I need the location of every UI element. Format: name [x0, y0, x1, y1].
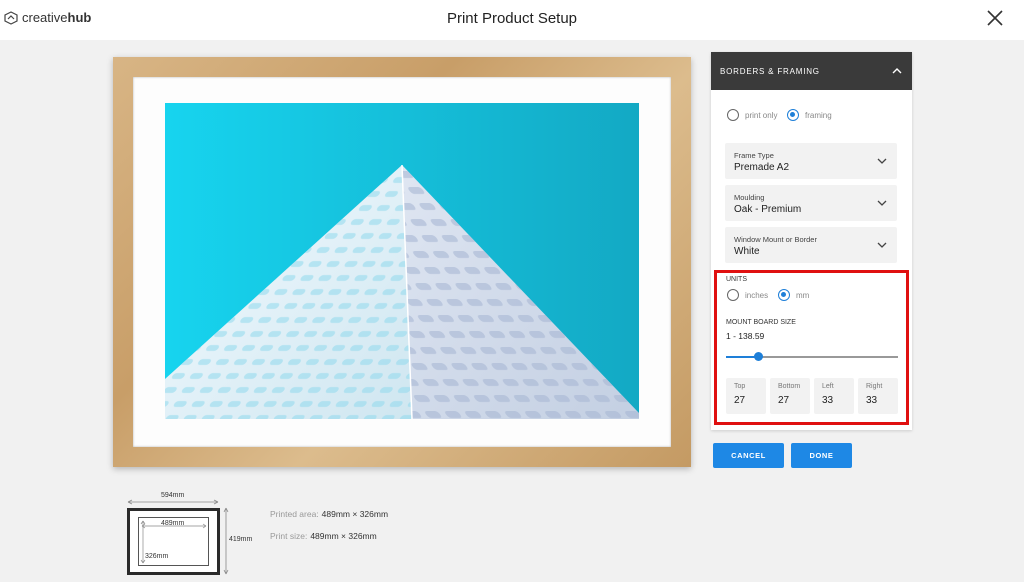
radio-framing[interactable] [787, 109, 799, 121]
mode-option-print-only[interactable]: print only [727, 109, 777, 121]
close-icon[interactable] [986, 9, 1004, 27]
cancel-button[interactable]: CANCEL [713, 443, 784, 468]
dimension-diagram: 489mm 326mm [127, 508, 220, 575]
outer-height-label: 419mm [229, 536, 253, 543]
radio-print-only[interactable] [727, 109, 739, 121]
frame-preview [113, 57, 691, 467]
frame-type-label: Frame Type [734, 151, 774, 160]
inner-height-label: 326mm [145, 553, 169, 560]
frame-type-select[interactable]: Frame Type Premade A2 [725, 143, 897, 179]
printed-area-info: Printed area: 489mm × 326mm [270, 509, 388, 519]
artwork-image [165, 103, 639, 419]
window-mount-select[interactable]: Window Mount or Border White [725, 227, 897, 263]
mode-option-label: print only [745, 110, 778, 120]
chevron-down-icon [877, 158, 887, 164]
outer-width-label: 594mm [161, 492, 185, 499]
inner-width-label: 489mm [161, 520, 185, 527]
chevron-up-icon[interactable] [892, 67, 902, 75]
frame-type-value: Premade A2 [734, 162, 790, 173]
top-bar: creative hub Print Product Setup [0, 0, 1024, 40]
moulding-select[interactable]: Moulding Oak - Premium [725, 185, 897, 221]
mode-option-framing[interactable]: framing [787, 109, 832, 121]
printed-area-label: Printed area: [270, 509, 319, 519]
window-mount-value: White [734, 246, 760, 257]
mount-board [133, 77, 671, 447]
print-size-value: 489mm × 326mm [310, 531, 377, 541]
panel-header[interactable]: BORDERS & FRAMING [711, 52, 912, 90]
moulding-value: Oak - Premium [734, 204, 802, 215]
chevron-down-icon [877, 242, 887, 248]
done-button[interactable]: DONE [791, 443, 852, 468]
panel-header-title: BORDERS & FRAMING [720, 66, 820, 76]
page-title: Print Product Setup [446, 10, 578, 27]
chevron-down-icon [877, 200, 887, 206]
printed-area-value: 489mm × 326mm [321, 509, 389, 519]
window-mount-label: Window Mount or Border [734, 235, 817, 244]
moulding-label: Moulding [734, 193, 765, 202]
print-size-label: Print size: [270, 531, 308, 541]
mode-option-label: framing [805, 110, 832, 120]
print-size-info: Print size: 489mm × 326mm [270, 531, 377, 541]
highlight-box [714, 270, 909, 425]
